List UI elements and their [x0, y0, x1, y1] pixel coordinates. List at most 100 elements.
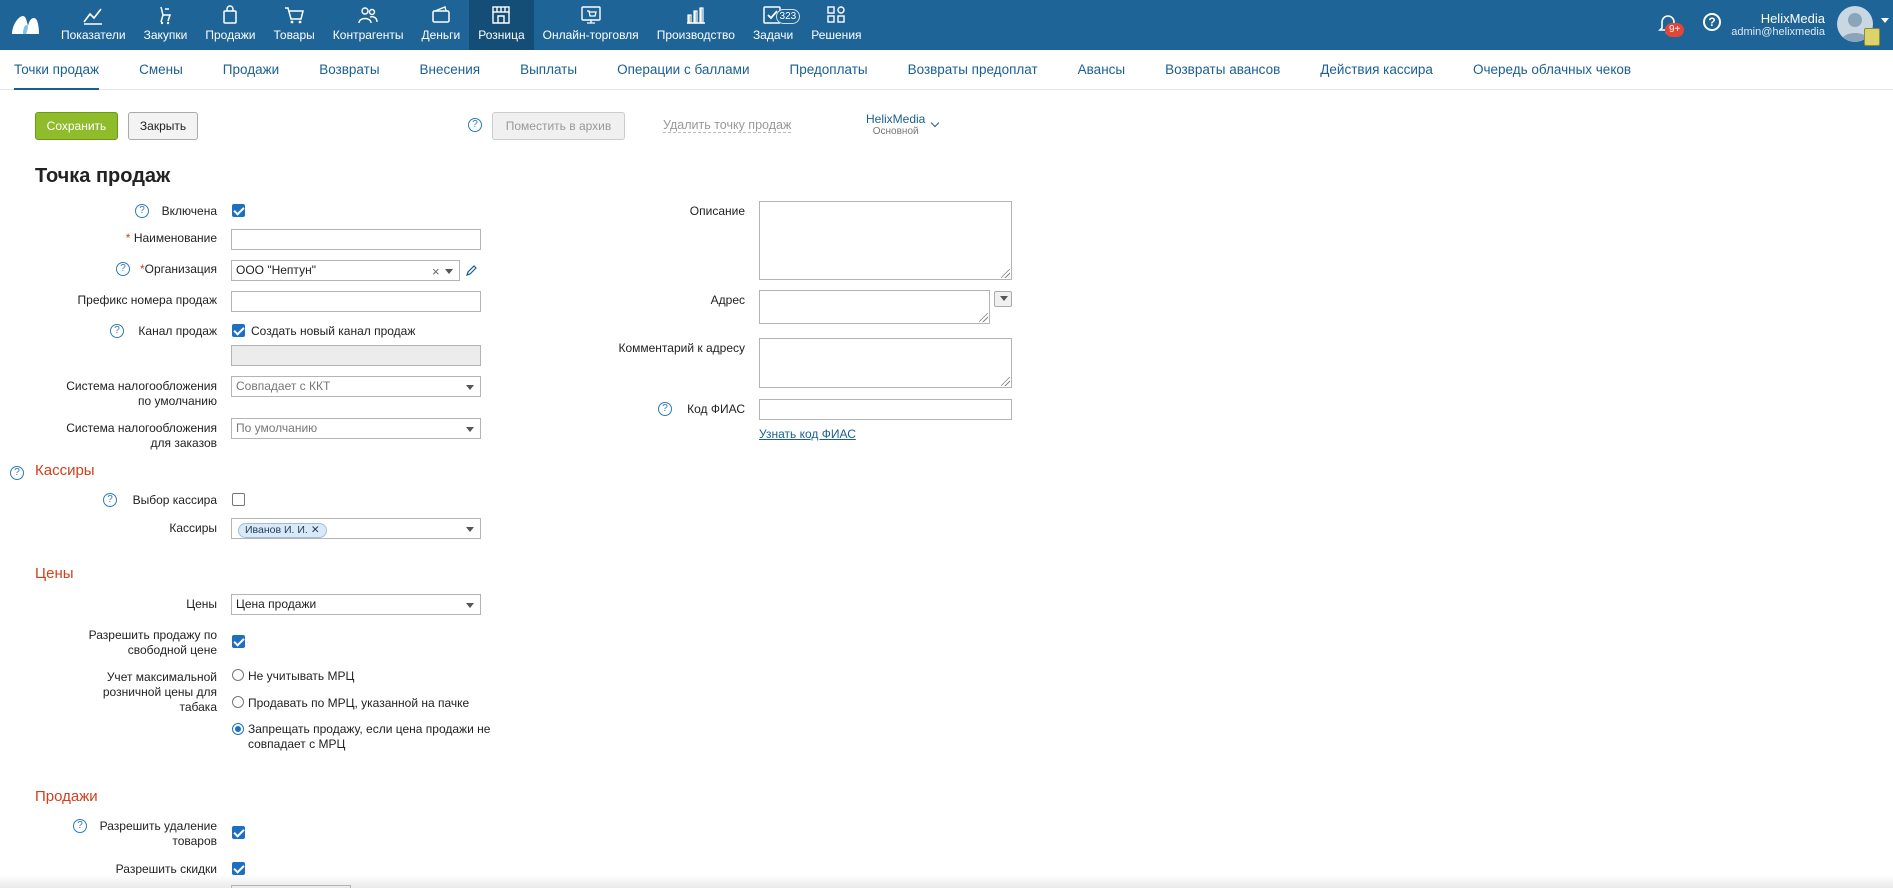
chevron-down-icon: [466, 527, 474, 532]
choose-cashier-label: Выбор кассира: [132, 493, 217, 507]
close-icon[interactable]: ✕: [311, 524, 320, 536]
shopping-bag-icon: [223, 5, 238, 24]
apps-icon: [827, 6, 846, 23]
mrc-label-line2: розничной цены для: [102, 685, 217, 699]
tab-deposits[interactable]: Внесения: [420, 50, 481, 90]
prices-value: Цена продажи: [236, 597, 317, 611]
store-icon: [492, 6, 511, 24]
close-button[interactable]: Закрыть: [128, 112, 198, 140]
fias-input[interactable]: [759, 399, 1012, 420]
nav-retail[interactable]: Розница: [469, 0, 534, 50]
new-channel-checkbox[interactable]: [232, 324, 245, 337]
tax-default-label-line1: Система налогообложения: [66, 379, 217, 393]
nav-dashboard[interactable]: Показатели: [52, 0, 135, 50]
nav-money[interactable]: Деньги: [412, 0, 469, 50]
tax-default-select[interactable]: Совпадает с ККТ: [231, 376, 481, 397]
moysklad-logo[interactable]: [10, 12, 40, 36]
allow-delete-label-line1: Разрешить удаление: [99, 819, 217, 833]
delete-point-link[interactable]: Удалить точку продаж: [663, 118, 792, 133]
find-fias-link[interactable]: Узнать код ФИАС: [759, 427, 856, 441]
notifications-badge: 9+: [1665, 23, 1685, 37]
resize-grip[interactable]: [1001, 269, 1010, 278]
address-dropdown-button[interactable]: [994, 291, 1012, 307]
choose-cashier-checkbox[interactable]: [232, 493, 245, 506]
archive-button[interactable]: Поместить в архив: [492, 112, 625, 140]
clear-icon[interactable]: ×: [432, 264, 440, 279]
tab-points-of-sale[interactable]: Точки продаж: [14, 50, 100, 90]
owner-name: HelixMedia: [866, 112, 926, 126]
chart-line-icon: [83, 8, 103, 25]
tab-prepayments[interactable]: Предоплаты: [789, 50, 867, 90]
nav-label: Показатели: [61, 28, 126, 42]
fias-label: Код ФИАС: [687, 402, 745, 416]
mrc-option-forbid-line1: Запрещать продажу, если цена продажи не: [248, 722, 491, 736]
tab-bonus-operations[interactable]: Операции с баллами: [617, 50, 749, 90]
help-icon[interactable]: ?: [10, 466, 24, 480]
page-title: Точка продаж: [35, 165, 171, 187]
chevron-down-icon[interactable]: [1881, 18, 1889, 23]
nav-tasks[interactable]: Задачи 323: [744, 0, 802, 50]
free-price-checkbox[interactable]: [232, 635, 245, 648]
owner-switch[interactable]: HelixMedia Основной: [866, 112, 925, 137]
nav-online-trade[interactable]: Онлайн-торговля: [534, 0, 648, 50]
tab-returns[interactable]: Возвраты: [319, 50, 379, 90]
allow-delete-label-line2: товаров: [172, 834, 217, 848]
save-button[interactable]: Сохранить: [35, 112, 118, 140]
tax-orders-label-line1: Система налогообложения: [66, 421, 217, 435]
tab-prepayment-returns[interactable]: Возвраты предоплат: [908, 50, 1038, 90]
mrc-radio-pack[interactable]: [232, 696, 244, 708]
enabled-checkbox[interactable]: [232, 204, 245, 217]
resize-grip[interactable]: [979, 313, 988, 322]
mrc-radio-ignore[interactable]: [232, 669, 244, 681]
cashier-tag-label: Иванов И. И.: [245, 524, 308, 536]
help-icon[interactable]: ?: [468, 118, 482, 132]
allow-delete-checkbox[interactable]: [232, 826, 245, 839]
name-label: * Наименование: [60, 231, 217, 246]
nav-label: Решения: [811, 28, 862, 42]
tax-orders-select[interactable]: По умолчанию: [231, 418, 481, 439]
free-price-label-line2: свободной цене: [127, 643, 217, 657]
tax-orders-value: По умолчанию: [236, 421, 318, 435]
tab-advances[interactable]: Авансы: [1078, 50, 1125, 90]
tab-shifts[interactable]: Смены: [139, 50, 183, 90]
mrc-radio-forbid[interactable]: [232, 723, 244, 735]
chevron-down-icon: [466, 603, 474, 608]
tab-cashier-actions[interactable]: Действия кассира: [1320, 50, 1433, 90]
description-label: Описание: [689, 204, 745, 218]
section-prices: Цены: [35, 565, 74, 582]
prices-select[interactable]: Цена продажи: [231, 594, 481, 615]
nav-production[interactable]: Производство: [648, 0, 744, 50]
user-email: admin@helixmedia: [1731, 26, 1825, 38]
online-store-icon: [580, 6, 601, 24]
tax-orders-label: Система налогообложения для заказов: [30, 421, 217, 451]
nav-solutions[interactable]: Решения: [802, 0, 870, 50]
nav-sales[interactable]: Продажи: [196, 0, 264, 50]
tab-advance-returns[interactable]: Возвраты авансов: [1165, 50, 1280, 90]
tab-cloud-receipts-queue[interactable]: Очередь облачных чеков: [1473, 50, 1631, 90]
free-price-label-line1: Разрешить продажу по: [88, 628, 217, 642]
prefix-label: Префикс номера продаж: [77, 293, 217, 307]
tab-payouts[interactable]: Выплаты: [520, 50, 577, 90]
resize-grip[interactable]: [1001, 377, 1010, 386]
pencil-icon[interactable]: [465, 265, 477, 277]
nav-purchases[interactable]: Закупки: [135, 0, 197, 50]
allow-discounts-checkbox[interactable]: [232, 862, 245, 875]
user-name[interactable]: HelixMedia: [1761, 11, 1825, 26]
chevron-down-icon: [466, 427, 474, 432]
address-textarea[interactable]: [759, 290, 990, 324]
chevron-down-icon[interactable]: [930, 118, 940, 128]
organization-select[interactable]: ООО "Нептун": [231, 260, 460, 281]
tax-default-label: Система налогообложения по умолчанию: [30, 379, 217, 409]
tab-sales[interactable]: Продажи: [223, 50, 279, 90]
people-icon: [358, 7, 378, 24]
nav-counterparties[interactable]: Контрагенты: [324, 0, 413, 50]
help-icon[interactable]: ?: [1703, 13, 1721, 31]
prefix-input[interactable]: [231, 291, 481, 312]
cashiers-label: Кассиры: [169, 521, 217, 535]
name-input[interactable]: [231, 229, 481, 250]
description-textarea[interactable]: [759, 201, 1012, 280]
nav-products[interactable]: Товары: [265, 0, 324, 50]
address-comment-textarea[interactable]: [759, 338, 1012, 388]
nav-label: Деньги: [421, 28, 461, 42]
mrc-option-ignore: Не учитывать МРЦ: [248, 669, 355, 683]
